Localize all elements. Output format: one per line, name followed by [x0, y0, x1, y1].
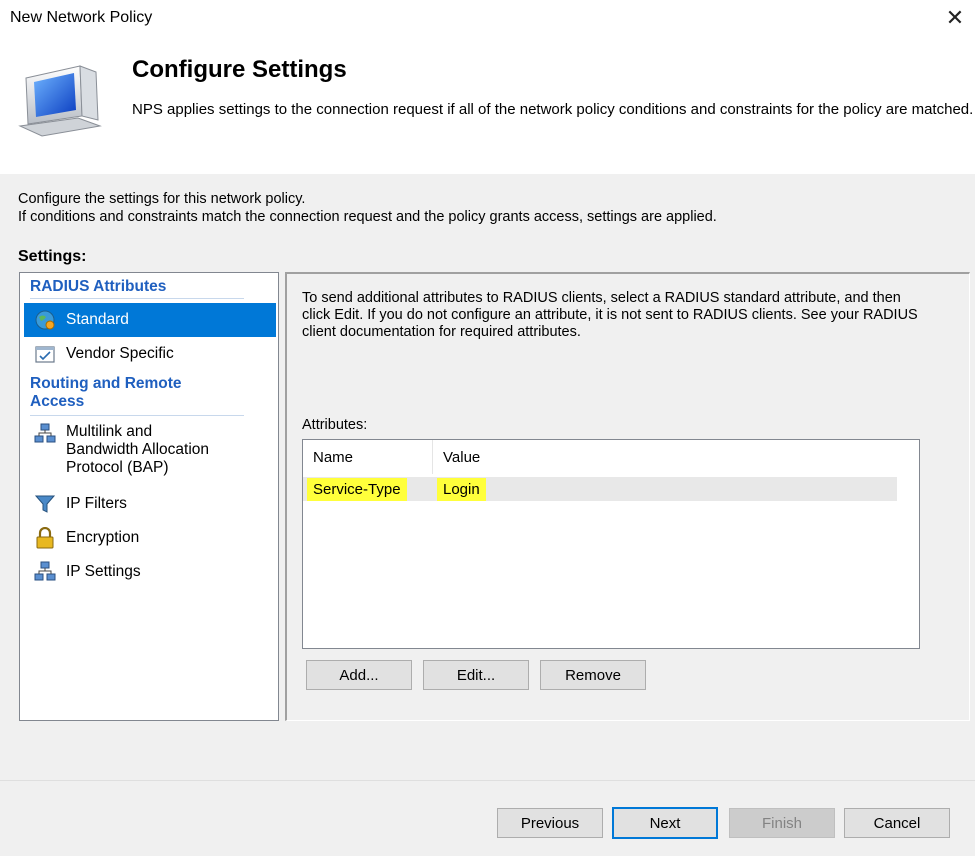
nav-label-ip-settings: IP Settings	[66, 563, 141, 580]
column-header-value[interactable]: Value	[433, 440, 897, 474]
nav-label-multilink: Multilink and Bandwidth Allocation Proto…	[66, 423, 209, 477]
page-title: Configure Settings	[132, 56, 347, 83]
lock-icon	[36, 527, 54, 549]
attribute-name: Service-Type	[307, 477, 407, 501]
table-row[interactable]: Service-Type Login	[303, 477, 897, 501]
remove-button[interactable]: Remove	[540, 660, 646, 690]
next-button[interactable]: Next	[612, 807, 718, 839]
list-header: Name Value	[303, 440, 897, 474]
attributes-list[interactable]: Name Value Service-Type Login	[302, 439, 920, 649]
group-divider	[30, 298, 244, 299]
window-title: New Network Policy	[10, 9, 153, 26]
nav-item-vendor-specific[interactable]: Vendor Specific	[24, 337, 276, 371]
nav-item-ip-settings[interactable]: IP Settings	[24, 555, 276, 589]
checkbox-form-icon	[35, 346, 55, 363]
attribute-value: Login	[437, 477, 486, 501]
intro-line-2: If conditions and constraints match the …	[18, 209, 717, 225]
nav-label-vendor-specific: Vendor Specific	[66, 345, 174, 362]
nav-label-standard: Standard	[66, 311, 129, 328]
monitor-icon	[18, 65, 102, 137]
column-header-name[interactable]: Name	[303, 440, 433, 474]
group-radius-attributes: RADIUS Attributes	[30, 278, 167, 295]
nav-item-ip-filters[interactable]: IP Filters	[24, 487, 276, 521]
group-divider	[30, 415, 244, 416]
page-description: NPS applies settings to the connection r…	[132, 101, 974, 118]
group-label-line-1: Routing and Remote	[30, 375, 182, 392]
nav-item-multilink[interactable]: Multilink and Bandwidth Allocation Proto…	[24, 419, 276, 477]
multilink-line-3: Protocol (BAP)	[66, 459, 169, 476]
wizard-header: Configure Settings NPS applies settings …	[0, 40, 975, 174]
filter-icon	[34, 495, 56, 513]
settings-label: Settings:	[18, 248, 87, 265]
nav-item-encryption[interactable]: Encryption	[24, 521, 276, 555]
settings-content: To send additional attributes to RADIUS …	[285, 272, 970, 721]
cell-name: Service-Type	[303, 477, 433, 501]
multilink-line-1: Multilink and	[66, 423, 153, 440]
nav-item-standard[interactable]: Standard	[24, 303, 276, 337]
settings-nav: RADIUS Attributes Standard Vendor Specif…	[19, 272, 279, 721]
title-bar: New Network Policy ✕	[0, 0, 975, 40]
finish-button[interactable]: Finish	[729, 808, 835, 838]
wizard-footer: Previous Next Finish Cancel	[0, 781, 975, 856]
wizard-body: Configure the settings for this network …	[0, 174, 975, 780]
edit-button[interactable]: Edit...	[423, 660, 529, 690]
multilink-line-2: Bandwidth Allocation	[66, 441, 210, 458]
network-computers-icon	[34, 423, 56, 443]
nav-label-ip-filters: IP Filters	[66, 495, 127, 512]
group-routing-remote-access: Routing and Remote Access	[30, 375, 182, 411]
network-computers-icon	[34, 561, 56, 581]
nav-label-encryption: Encryption	[66, 529, 140, 546]
content-description: To send additional attributes to RADIUS …	[302, 290, 918, 340]
attributes-label: Attributes:	[302, 417, 368, 433]
add-button[interactable]: Add...	[306, 660, 412, 690]
intro-line-1: Configure the settings for this network …	[18, 191, 306, 207]
previous-button[interactable]: Previous	[497, 808, 603, 838]
intro-text: Configure the settings for this network …	[18, 190, 717, 226]
close-icon[interactable]: ✕	[941, 4, 969, 32]
cancel-button[interactable]: Cancel	[844, 808, 950, 838]
globe-icon	[35, 310, 55, 330]
cell-value: Login	[433, 477, 897, 501]
group-label-line-2: Access	[30, 393, 85, 410]
